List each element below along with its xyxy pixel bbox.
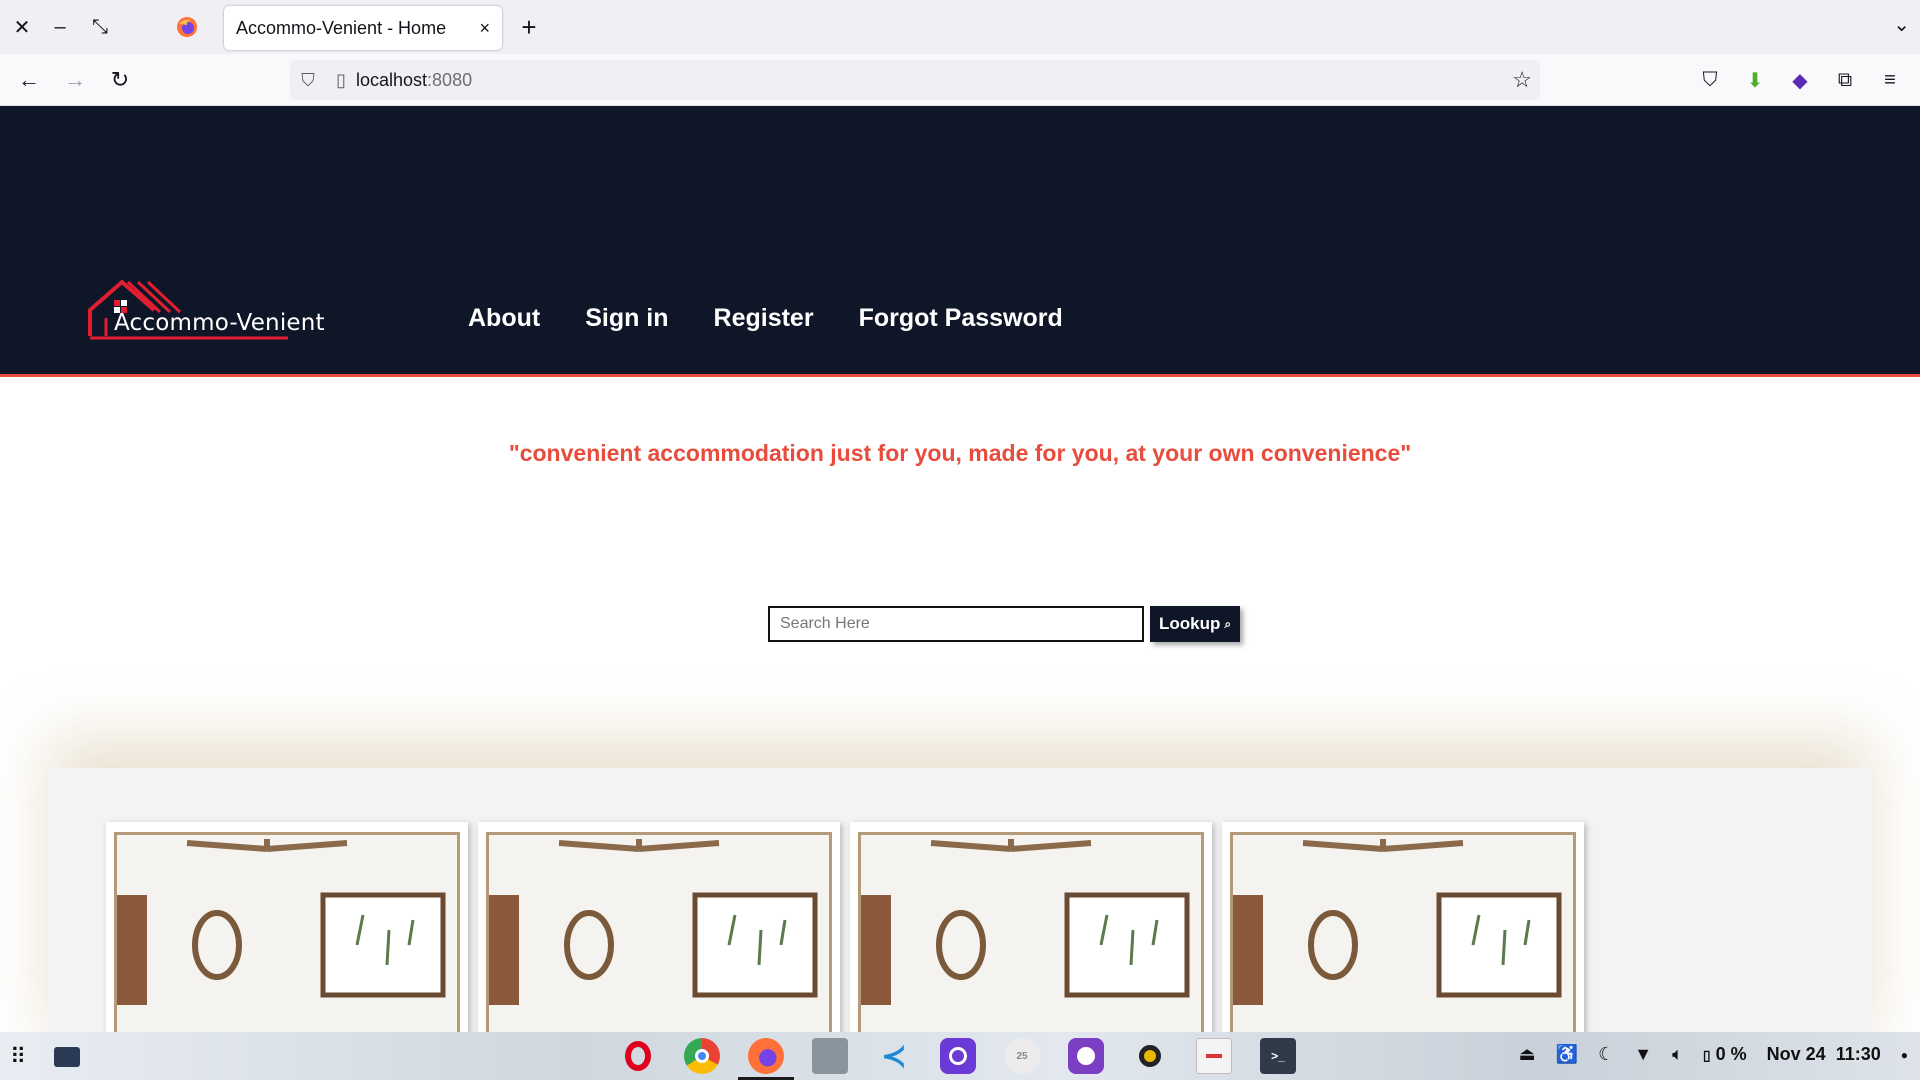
browser-tab-active[interactable]: Accommo-Venient - Home × [224,6,502,50]
files-icon[interactable] [812,1038,848,1074]
room-photo-illustration [861,835,1201,1032]
vscode-icon[interactable]: ≺ [876,1038,912,1074]
room-photo[interactable] [114,832,460,1032]
reload-button[interactable]: ↻ [103,64,137,96]
page-icon: ▯ [336,69,346,90]
listing-gallery [48,768,1872,1032]
listing-card[interactable] [106,822,468,1032]
close-window-button[interactable]: ✕ [2,0,42,54]
web-page: Accommo-Venient About Sign in Register F… [0,106,1920,1032]
tor-browser-icon[interactable] [940,1038,976,1074]
nav-sign-in[interactable]: Sign in [585,304,668,333]
night-mode-icon[interactable]: ☾ [1598,1044,1614,1065]
rhythmbox-icon[interactable] [1132,1038,1168,1074]
minimize-window-button[interactable]: – [40,0,80,54]
time: 11:30 [1835,1044,1881,1064]
tab-list-button[interactable]: ⌄ [1893,12,1910,37]
address-bar[interactable]: ⛉ ▯ localhost:8080 ☆ [290,60,1540,100]
lookup-button[interactable]: Lookup ⌕ [1150,606,1241,642]
taskbar-apps: ≺ 25 >_ [620,1038,1296,1080]
pocket-icon[interactable]: ⛉ [1696,66,1724,94]
clock-icon[interactable]: 25 [1004,1038,1040,1074]
workspaces-icon[interactable] [54,1047,81,1067]
text-editor-icon[interactable] [1196,1038,1232,1074]
battery-status[interactable]: ▯ 0 % [1703,1044,1747,1065]
logo-text[interactable]: Accommo-Venient [114,310,325,336]
extension-diamond-icon[interactable]: ◆ [1786,66,1814,94]
restore-window-button[interactable]: ⤡ [80,0,120,54]
listing-card[interactable] [850,822,1212,1032]
nav-register[interactable]: Register [714,304,814,333]
app-grid-icon[interactable]: ⠿ [10,1044,26,1070]
new-tab-button[interactable]: + [514,10,544,44]
notification-dot-icon[interactable]: ● [1901,1048,1908,1062]
room-photo[interactable] [1230,832,1576,1032]
listing-card[interactable] [1222,822,1584,1032]
tab-title: Accommo-Venient - Home [236,17,447,38]
tagline: "convenient accommodation just for you, … [508,440,1412,466]
taskbar-left: ⠿ [10,1044,81,1070]
room-photo-illustration [489,835,829,1032]
forward-button[interactable]: → [58,64,92,96]
menu-icon[interactable]: ≡ [1876,66,1904,94]
terminal-icon[interactable]: >_ [1260,1038,1296,1074]
nav-forgot-password[interactable]: Forgot Password [859,304,1063,333]
room-photo[interactable] [858,832,1204,1032]
date: Nov 24 [1766,1044,1826,1064]
room-photo-illustration [117,835,457,1032]
url-port: :8080 [427,69,473,90]
firefox-icon [177,17,197,37]
search-icon: ⌕ [1224,616,1232,631]
github-desktop-icon[interactable] [1068,1038,1104,1074]
url-text[interactable]: localhost:8080 [356,70,472,91]
system-tray: ⏏ ♿ ☾ ▼ 🔈︎ ▯ 0 % Nov 24 11:30 ● [1519,1044,1908,1065]
room-photo-illustration [1233,835,1573,1032]
browser-tab-bar: ✕ – ⤡ Accommo-Venient - Home × + ⌄ [0,0,1920,54]
site-nav: About Sign in Register Forgot Password [468,304,1063,333]
search-form: Lookup ⌕ [768,606,1241,642]
firefox-icon[interactable] [738,1038,794,1080]
tab-close-icon[interactable]: × [479,18,490,39]
site-header: Accommo-Venient About Sign in Register F… [0,106,1920,377]
search-input[interactable] [768,606,1144,642]
shield-icon[interactable]: ⛉ [290,70,326,91]
url-host: localhost [356,69,428,90]
bookmark-star-icon[interactable]: ☆ [1512,67,1532,93]
nav-about[interactable]: About [468,304,540,333]
opera-icon[interactable] [620,1038,656,1074]
listing-cards [106,822,1584,1032]
os-taskbar: ⠿ ≺ 25 >_ ⏏ ♿ ☾ ▼ 🔈︎ ▯ 0 % Nov 24 11:30 … [0,1032,1920,1080]
eject-icon[interactable]: ⏏ [1519,1044,1536,1065]
battery-percent: 0 % [1715,1044,1747,1064]
accessibility-icon[interactable]: ♿ [1556,1044,1578,1065]
chrome-icon[interactable] [684,1038,720,1074]
back-button[interactable]: ← [12,64,46,96]
listing-card[interactable] [478,822,840,1032]
room-photo[interactable] [486,832,832,1032]
date-time[interactable]: Nov 24 11:30 [1767,1044,1881,1065]
lookup-button-label: Lookup [1159,614,1221,633]
download-extension-icon[interactable]: ⬇ [1741,66,1769,94]
browser-navigation-bar: ← → ↻ ⛉ ▯ localhost:8080 ☆ ⛉ ⬇ ◆ ⧉ ≡ [0,54,1920,106]
wifi-icon[interactable]: ▼ [1634,1044,1652,1065]
volume-icon[interactable]: 🔈︎ [1672,1044,1683,1065]
battery-icon: ▯ [1702,1047,1711,1063]
extensions-puzzle-icon[interactable]: ⧉ [1831,66,1859,94]
